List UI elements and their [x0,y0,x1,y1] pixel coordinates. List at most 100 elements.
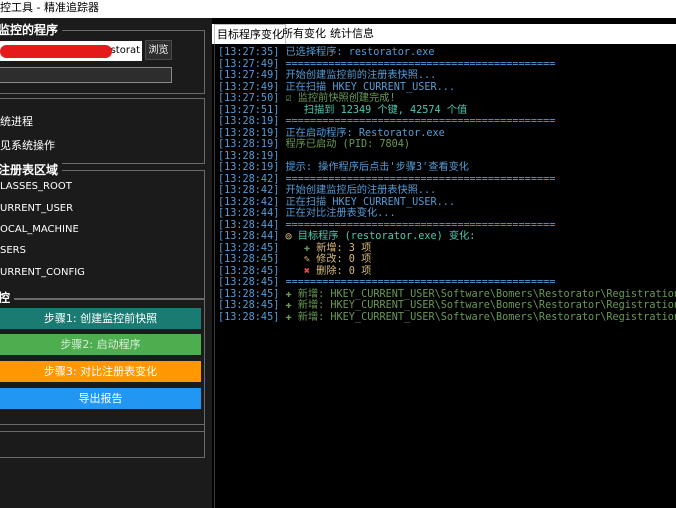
log-message: 正在扫描 HKEY_CURRENT_USER... [285,196,456,208]
log-message: ========================================… [285,219,556,231]
log-line: [13:28:45] =============================… [218,277,555,289]
option-system-process[interactable]: 统进程 [0,113,33,129]
log-line: [13:28:44] 正在对比注册表变化... [218,208,396,220]
log-timestamp: [13:27:49] [218,81,280,93]
process-filter-input[interactable] [0,67,172,83]
log-line: [13:28:45] ✎ 修改: 0 项 [218,254,371,266]
tab-all-changes[interactable]: 所有变化 [282,26,326,42]
log-status-icon: ✚ [285,242,311,254]
log-timestamp: [13:28:19] [218,116,280,127]
registry-area-group: 注册表区域 LASSES_ROOT URRENT_USER OCAL_MACHI… [0,162,205,300]
log-message: 监控前快照创建完成! [291,93,396,104]
log-line: [13:28:19] 提示: 操作程序后点击'步骤3'查看变化 [218,162,469,174]
log-timestamp: [13:28:44] [218,219,280,231]
hive-current-config[interactable]: URRENT_CONFIG [0,267,85,278]
log-timestamp: [13:28:42] [218,196,280,208]
log-timestamp: [13:28:19] [218,150,280,162]
log-status-icon: ✎ [285,254,311,265]
hive-current-user[interactable]: URRENT_USER [0,203,73,214]
log-line: [13:27:49] =============================… [218,59,555,71]
status-box [0,424,205,458]
program-path-value: storat [110,45,140,56]
log-message: 目标程序 (restorator.exe) 变化: [291,231,476,242]
log-timestamp: [13:28:45] [218,242,280,254]
log-timestamp: [13:27:35] [218,47,280,58]
hive-local-machine[interactable]: OCAL_MACHINE [0,224,79,235]
export-report-button[interactable]: 导出报告 [0,388,201,409]
log-timestamp: [13:28:45] [218,277,280,288]
options-group: 统进程 见系统操作 [0,98,205,164]
log-timestamp: [13:28:45] [218,300,280,311]
step1-snapshot-button[interactable]: 步骤1: 创建监控前快照 [0,308,201,329]
log-timestamp: [13:28:44] [218,208,280,219]
log-timestamp: [13:28:45] [218,265,280,277]
log-message: ========================================… [285,173,556,185]
control-legend: 控 [0,290,15,306]
log-timestamp: [13:28:42] [218,173,280,185]
redaction-mark [0,45,112,58]
log-message: 正在扫描 HKEY_CURRENT_USER... [285,81,456,93]
option-system-operations[interactable]: 见系统操作 [0,137,55,153]
log-console[interactable]: [13:27:35] 已选择程序: restorator.exe [13:27:4… [214,44,676,508]
registry-area-legend: 注册表区域 [0,162,63,178]
log-timestamp: [13:28:45] [218,254,280,265]
log-message: 正在启动程序: Restorator.exe [285,127,445,139]
log-message: 提示: 操作程序后点击'步骤3'查看变化 [285,162,469,173]
log-timestamp: [13:27:51] [218,104,280,116]
log-line: [13:28:45] ✚ 新增: HKEY_CURRENT_USER\Softw… [218,300,676,312]
log-line: [13:27:51] 扫描到 12349 个键, 42574 个值 [218,105,467,117]
log-message: 已选择程序: restorator.exe [285,47,435,58]
step2-launch-button[interactable]: 步骤2: 启动程序 [0,334,201,355]
log-status-icon: ✖ [285,265,311,277]
log-line: [13:27:49] 正在扫描 HKEY_CURRENT_USER... [218,82,455,94]
log-message: 程序已启动 (PID: 7804) [285,139,411,150]
log-timestamp: [13:27:50] [218,93,280,104]
log-timestamp: [13:28:19] [218,162,280,173]
log-message: ========================================… [285,116,556,127]
log-message: 新增: HKEY_CURRENT_USER\Software\Bomers\Re… [291,311,676,323]
window-title: 控工具 - 精准追踪器 [0,1,99,14]
log-timestamp: [13:28:45] [218,288,280,300]
log-message: 新增: HKEY_CURRENT_USER\Software\Bomers\Re… [291,300,676,311]
log-timestamp: [13:28:19] [218,139,280,150]
log-message: 正在对比注册表变化... [285,208,396,219]
log-message: ========================================… [285,58,556,70]
left-panel: 监控的程序 storat 浏览 统进程 见系统操作 注册表区域 LASSES_R… [0,18,212,508]
log-message: 开始创建监控后的注册表快照... [285,185,437,196]
log-timestamp: [13:28:45] [218,311,280,323]
log-message: 新增: 3 项 [310,242,372,254]
monitor-program-group: 监控的程序 storat 浏览 [0,22,205,94]
log-line: [13:28:45] ✚ 新增: HKEY_CURRENT_USER\Softw… [218,289,676,301]
log-message: 开始创建监控前的注册表快照... [285,70,437,81]
log-message: 修改: 0 项 [310,254,372,265]
log-timestamp: [13:27:49] [218,70,280,81]
log-line: [13:28:42] 开始创建监控后的注册表快照... [218,185,436,197]
log-line: [13:27:49] 开始创建监控前的注册表快照... [218,70,436,82]
log-line: [13:28:45] ✚ 新增: 3 项 [218,243,371,255]
hive-users[interactable]: SERS [0,245,26,256]
tab-target-changes[interactable]: 目标程序变化 [214,24,286,44]
browse-button[interactable]: 浏览 [145,40,172,60]
log-message: 新增: HKEY_CURRENT_USER\Software\Bomers\Re… [291,288,676,300]
log-line: [13:28:45] ✚ 新增: HKEY_CURRENT_USER\Softw… [218,312,676,324]
program-path-input[interactable]: storat [0,41,142,61]
log-line: [13:28:19] =============================… [218,116,555,128]
result-tabs: 目标程序变化 所有变化 统计信息 [212,24,676,44]
window-title-bar: 控工具 - 精准追踪器 [0,0,676,18]
log-line: [13:28:19] [218,151,285,163]
monitor-program-legend: 监控的程序 [0,22,63,38]
log-timestamp: [13:28:19] [218,127,280,139]
log-timestamp: [13:28:44] [218,231,280,242]
hive-classes-root[interactable]: LASSES_ROOT [0,181,72,192]
log-line: [13:28:44] ◎ 目标程序 (restorator.exe) 变化: [218,231,475,243]
tab-statistics[interactable]: 统计信息 [330,26,374,42]
log-line: [13:28:42] 正在扫描 HKEY_CURRENT_USER... [218,197,455,209]
log-message: ========================================… [285,277,556,288]
log-line: [13:27:35] 已选择程序: restorator.exe [218,47,435,59]
log-message: 删除: 0 项 [310,265,372,277]
step3-compare-button[interactable]: 步骤3: 对比注册表变化 [0,361,201,382]
log-line: [13:28:19] 正在启动程序: Restorator.exe [218,128,445,140]
control-group: 控 步骤1: 创建监控前快照 步骤2: 启动程序 步骤3: 对比注册表变化 导出… [0,290,205,432]
log-line: [13:28:44] =============================… [218,220,555,232]
log-line: [13:28:45] ✖ 删除: 0 项 [218,266,371,278]
